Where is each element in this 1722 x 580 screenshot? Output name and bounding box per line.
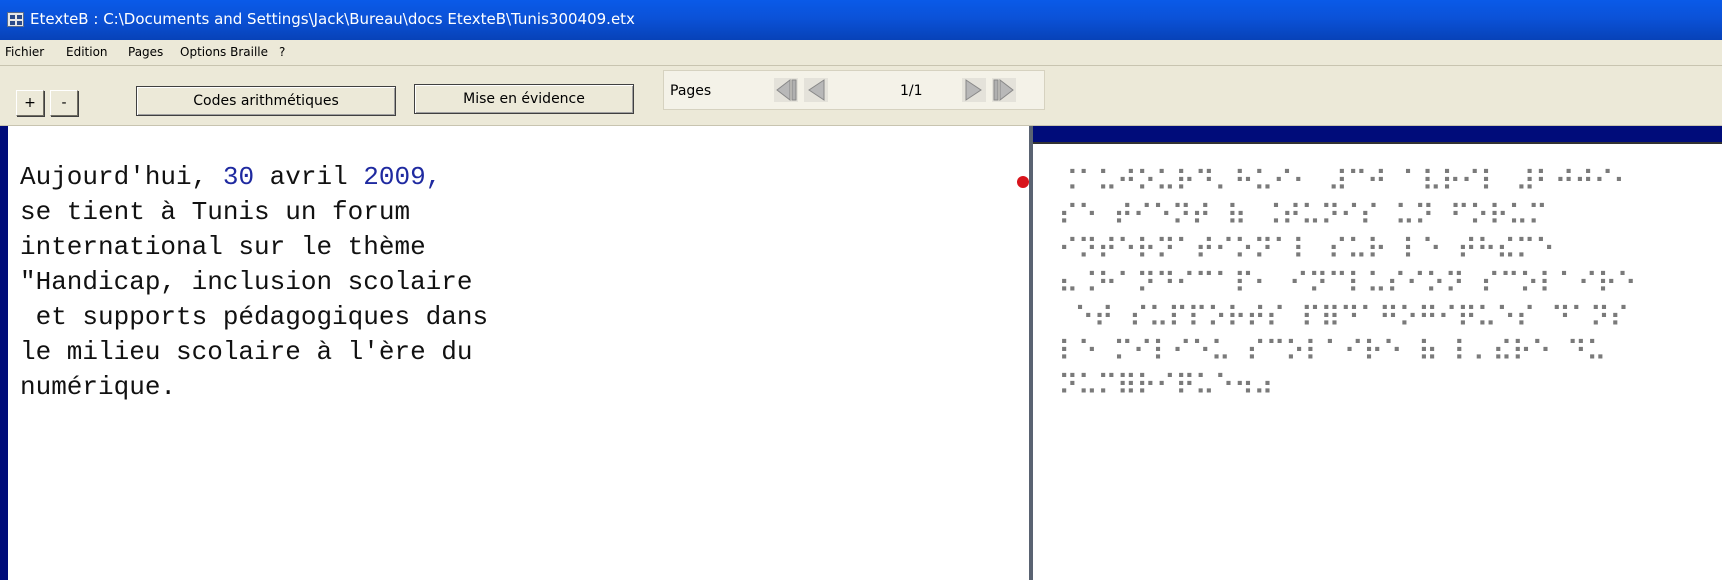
braille-text: ⠨⠁⠥⠚⠕⠥⠗⠙⠄⠓⠥⠊⠂ ⠼⠉⠚ ⠁⠧⠗⠊⠇ ⠼⠃⠚⠚⠊⠂ ⠎⠑ ⠞⠊⠑⠝⠞ … (1058, 165, 1637, 403)
mise-en-evidence-button[interactable]: Mise en évidence (414, 84, 634, 114)
menu-help[interactable]: ? (279, 45, 285, 59)
highlighted-number: 30 (222, 162, 255, 192)
mise-en-evidence-label: Mise en évidence (463, 91, 585, 107)
cursor-marker (1017, 176, 1029, 188)
zoom-out-label: - (61, 95, 67, 111)
menu-fichier[interactable]: Fichier (5, 45, 44, 59)
menu-bar: Fichier Edition Pages Options Braille ? (0, 40, 1722, 66)
braille-line: ⠑⠞ ⠎⠥⠏⠏⠕⠗⠞⠎ ⠏⠿⠙⠁⠛⠕⠛⠊⠟⠥⠑⠎ ⠙⠁⠝⠎ (1058, 301, 1630, 334)
editor-line: Aujourd'hui, 30 avril 2009, (20, 162, 442, 192)
menu-options-braille[interactable]: Options Braille (180, 45, 268, 59)
braille-line: ⠎⠑ ⠞⠊⠑⠝⠞ ⠷ ⠨⠞⠥⠝⠊⠎ ⠥⠝ ⠋⠕⠗⠥⠍ (1058, 199, 1548, 232)
codes-arithmetiques-label: Codes arithmétiques (193, 93, 339, 109)
editor-line: international sur le thème (20, 232, 426, 262)
braille-line: ⠊⠝⠞⠑⠗⠝⠁⠞⠊⠕⠝⠁⠇ ⠎⠥⠗ ⠇⠑ ⠞⠓⠮⠍⠑ (1058, 233, 1555, 266)
page-navigation: Pages 1/1 (663, 70, 1045, 110)
editor-line: numérique. (20, 372, 177, 402)
editor-line: se tient à Tunis un forum (20, 197, 411, 227)
zoom-in-button[interactable]: + (16, 90, 44, 116)
zoom-out-button[interactable]: - (50, 90, 78, 116)
braille-line: ⠨⠁⠥⠚⠕⠥⠗⠙⠄⠓⠥⠊⠂ ⠼⠉⠚ ⠁⠧⠗⠊⠇ ⠼⠃⠚⠚⠊⠂ (1058, 165, 1633, 198)
next-page-icon[interactable] (961, 77, 987, 103)
title-bar[interactable]: EtexteB : C:\Documents and Settings\Jack… (0, 0, 1722, 40)
highlighted-number: 2009 (363, 162, 426, 192)
braille-line: ⠦⠨⠓⠁⠝⠙⠊⠉⠁⠏⠂ ⠊⠝⠉⠇⠥⠎⠊⠕⠝ ⠎⠉⠕⠇⠁⠊⠗⠑ (1058, 267, 1637, 300)
codes-arithmetiques-button[interactable]: Codes arithmétiques (136, 86, 396, 116)
menu-edition[interactable]: Edition (66, 45, 108, 59)
previous-page-icon[interactable] (803, 77, 829, 103)
first-page-icon[interactable] (773, 77, 799, 103)
zoom-in-label: + (24, 95, 36, 111)
editor-line: "Handicap, inclusion scolaire (20, 267, 473, 297)
last-page-icon[interactable] (991, 77, 1017, 103)
braille-line: ⠝⠥⠍⠿⠗⠊⠟⠥⠑⠲⠴ (1058, 369, 1274, 402)
editor-line: le milieu scolaire à l'ère du (20, 337, 473, 367)
braille-line: ⠇⠑ ⠍⠊⠇⠊⠑⠥ ⠎⠉⠕⠇⠁⠊⠗⠑ ⠷ ⠇⠄⠮⠗⠑ ⠙⠥ (1058, 335, 1606, 368)
page-indicator: 1/1 (900, 83, 923, 99)
braille-pane[interactable]: ⠨⠁⠥⠚⠕⠥⠗⠙⠄⠓⠥⠊⠂ ⠼⠉⠚ ⠁⠧⠗⠊⠇ ⠼⠃⠚⠚⠊⠂ ⠎⠑ ⠞⠊⠑⠝⠞ … (1033, 142, 1722, 580)
editor-line: et supports pédagogiques dans (20, 302, 489, 332)
app-icon[interactable] (7, 12, 24, 27)
application-window: EtexteB : C:\Documents and Settings\Jack… (0, 0, 1722, 580)
print-text-pane[interactable]: Aujourd'hui, 30 avril 2009, se tient à T… (0, 126, 1029, 580)
menu-pages[interactable]: Pages (128, 45, 163, 59)
pages-label: Pages (670, 83, 712, 99)
print-text-editor[interactable]: Aujourd'hui, 30 avril 2009, se tient à T… (20, 160, 488, 405)
window-title: EtexteB : C:\Documents and Settings\Jack… (30, 10, 635, 28)
toolbar: + - Codes arithmétiques Mise en évidence… (0, 66, 1722, 126)
